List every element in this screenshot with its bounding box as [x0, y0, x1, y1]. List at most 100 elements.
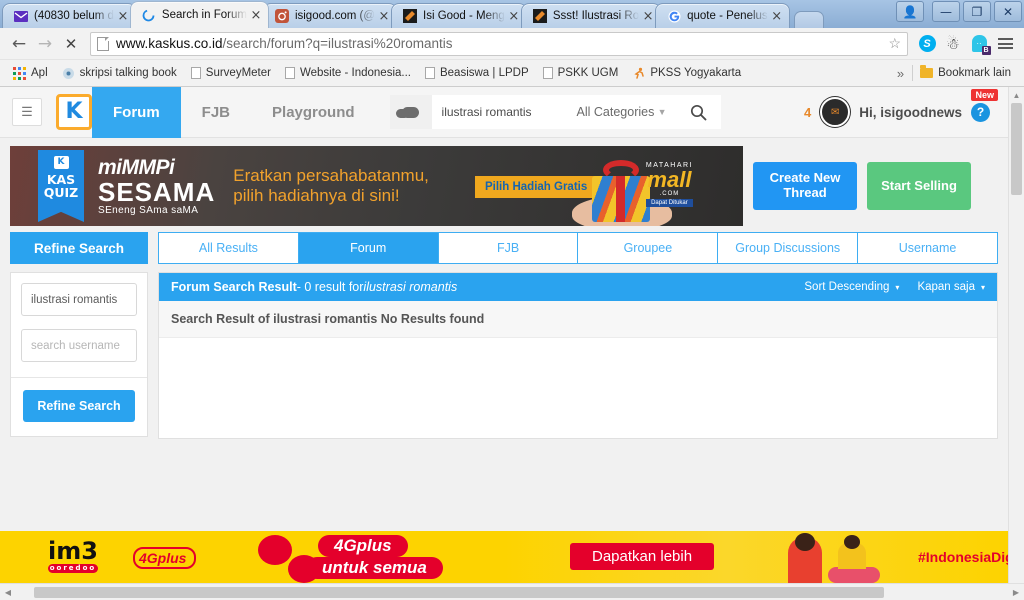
user-icon[interactable]: 👤: [896, 1, 924, 22]
create-new-thread-button[interactable]: Create New Thread: [753, 162, 857, 210]
banner-brand-2: SESAMA: [98, 177, 216, 208]
restore-icon[interactable]: ❐: [963, 1, 991, 22]
horizontal-scroll-track[interactable]: [16, 586, 1008, 598]
chat-bubble-icon[interactable]: [389, 95, 432, 129]
start-selling-button[interactable]: Start Selling: [867, 162, 971, 210]
skype-icon[interactable]: S: [914, 31, 940, 57]
bookmark-item[interactable]: PKSS Yogyakarta: [625, 65, 748, 82]
person-head-shape: [795, 533, 815, 551]
apps-grid-icon: [13, 66, 26, 80]
page-content: ☰ K Forum FJB Playground ilustrasi roman…: [0, 87, 1008, 600]
scroll-up-arrow-icon[interactable]: ▲: [1009, 87, 1024, 103]
tab-groupee[interactable]: Groupee: [578, 233, 719, 263]
nav-item-fjb[interactable]: FJB: [181, 87, 251, 138]
kaskus-promo-banner[interactable]: K KAS QUIZ miMMPi SESAMA SEneng SAma saM…: [10, 146, 743, 226]
tab-close-icon[interactable]: ×: [508, 10, 520, 23]
hamburger-menu-icon[interactable]: [992, 31, 1018, 57]
bookmark-item[interactable]: SurveyMeter: [184, 65, 278, 81]
vertical-scrollbar[interactable]: ▲ ▼: [1008, 87, 1024, 600]
bookmark-item[interactable]: Beasiswa | LPDP: [418, 65, 536, 81]
browser-toolbar: ← → ✕ www.kaskus.co.id/search/forum?q=il…: [0, 28, 1024, 60]
browser-tab[interactable]: (40830 belum d ×: [2, 3, 136, 28]
notification-count[interactable]: 4: [804, 105, 811, 120]
im3-bottom-ad[interactable]: im3 ooredoo 4Gplus 4Gplus untuk semua Da…: [0, 531, 1008, 583]
address-bar[interactable]: www.kaskus.co.id/search/forum?q=ilustras…: [90, 31, 908, 56]
tab-close-icon[interactable]: ×: [378, 10, 390, 23]
horizontal-scroll-thumb[interactable]: [34, 586, 884, 598]
avatar[interactable]: ✉: [820, 97, 851, 127]
browser-tab[interactable]: Ssst! Ilustrasi Ro ×: [520, 3, 662, 28]
time-dropdown[interactable]: Kapan saja ▾: [917, 281, 985, 293]
search-submit-button[interactable]: [676, 95, 721, 129]
tab-forum[interactable]: Forum: [298, 233, 439, 263]
nav-item-forum[interactable]: Forum: [92, 87, 181, 138]
bookmark-item[interactable]: PSKK UGM: [536, 65, 626, 81]
browser-tab-active[interactable]: Search in Forum ×: [129, 1, 269, 28]
banner-copy-line1: Eratkan persahabatanmu,: [233, 165, 429, 185]
runner-icon: [632, 67, 645, 80]
new-tab-button[interactable]: [793, 11, 824, 28]
im3-headline-2: untuk semua: [306, 557, 443, 579]
tab-username[interactable]: Username: [858, 233, 997, 263]
ghostery-icon[interactable]: ·· B: [966, 31, 992, 57]
tab-title: Ssst! Ilustrasi Ro: [552, 10, 640, 22]
tab-all-results[interactable]: All Results: [159, 233, 299, 263]
horizontal-scrollbar[interactable]: ◀ ▶: [0, 583, 1024, 600]
search-username-input[interactable]: [21, 329, 137, 362]
bookmark-label: Beasiswa | LPDP: [439, 67, 529, 79]
close-icon[interactable]: ✕: [994, 1, 1022, 22]
tab-close-icon[interactable]: ×: [250, 9, 262, 22]
bookmark-apps[interactable]: Apl: [6, 65, 55, 82]
browser-tab[interactable]: isigood.com (@ ×: [262, 3, 397, 28]
tab-group-discussions[interactable]: Group Discussions: [718, 233, 859, 263]
scroll-right-arrow-icon[interactable]: ▶: [1008, 588, 1024, 597]
browser-tab[interactable]: Isi Good - Meng ×: [391, 3, 527, 28]
sort-dropdown[interactable]: Sort Descending ▾: [804, 281, 899, 293]
ninja-icon[interactable]: ☃: [940, 31, 966, 57]
bookmark-item[interactable]: skripsi talking book: [55, 65, 184, 82]
tab-close-icon[interactable]: ×: [771, 10, 783, 23]
search-input[interactable]: ilustrasi romantis: [431, 95, 567, 129]
im3-cta-button[interactable]: Dapatkan lebih: [570, 543, 715, 570]
bookmarks-overflow-button[interactable]: »: [889, 66, 912, 81]
star-icon[interactable]: ☆: [880, 35, 901, 52]
kaskus-logo[interactable]: K: [56, 94, 92, 130]
time-label: Kapan saja: [917, 281, 975, 293]
scroll-left-arrow-icon[interactable]: ◀: [0, 588, 16, 597]
category-select[interactable]: All Categories ▼: [566, 95, 677, 129]
banner-copy: Eratkan persahabatanmu, pilih hadiahnya …: [233, 166, 429, 207]
question-mark-icon[interactable]: ? New: [971, 88, 998, 122]
person-pink-shape: [828, 567, 880, 583]
nav-item-playground[interactable]: Playground: [251, 87, 376, 138]
search-results-panel: Forum Search Result - 0 result for ilust…: [158, 272, 998, 439]
im3-logo: im3 ooredoo: [48, 539, 98, 573]
tab-title: Search in Forum: [161, 9, 247, 21]
bookmark-other-folder[interactable]: Bookmark lain: [913, 65, 1018, 81]
stop-icon[interactable]: ✕: [58, 31, 84, 57]
kaskus-k-icon: K: [53, 156, 69, 169]
kasquiz-badge: K KAS QUIZ: [38, 150, 84, 222]
bookmark-label: Website - Indonesia...: [299, 67, 411, 79]
minimize-icon[interactable]: —: [932, 1, 960, 22]
tab-close-icon[interactable]: ×: [117, 10, 129, 23]
user-greeting[interactable]: Hi, isigoodnews: [859, 105, 962, 120]
results-controls: Sort Descending ▾ Kapan saja ▾: [804, 281, 985, 293]
site-menu-icon[interactable]: ☰: [12, 98, 42, 126]
tab-title: (40830 belum d: [34, 10, 114, 22]
im3-brand-sub: ooredoo: [48, 564, 98, 573]
forward-arrow-icon[interactable]: →: [32, 31, 58, 57]
results-body-fill: [159, 338, 997, 438]
vertical-scroll-thumb[interactable]: [1011, 103, 1022, 195]
browser-tab[interactable]: quote - Penelus ×: [655, 3, 790, 28]
divider: [11, 377, 147, 378]
kasquiz-line2: QUIZ: [43, 185, 79, 201]
url-text: www.kaskus.co.id/search/forum?q=ilustras…: [116, 36, 453, 51]
bookmark-label: SurveyMeter: [205, 67, 271, 79]
search-keyword-input[interactable]: [21, 283, 137, 316]
bookmark-item[interactable]: Website - Indonesia...: [278, 65, 418, 81]
tab-fjb[interactable]: FJB: [438, 233, 579, 263]
refine-search-panel: Refine Search: [10, 272, 148, 437]
back-arrow-icon[interactable]: ←: [6, 31, 32, 57]
refine-search-button[interactable]: Refine Search: [23, 390, 135, 422]
tab-close-icon[interactable]: ×: [642, 10, 654, 23]
